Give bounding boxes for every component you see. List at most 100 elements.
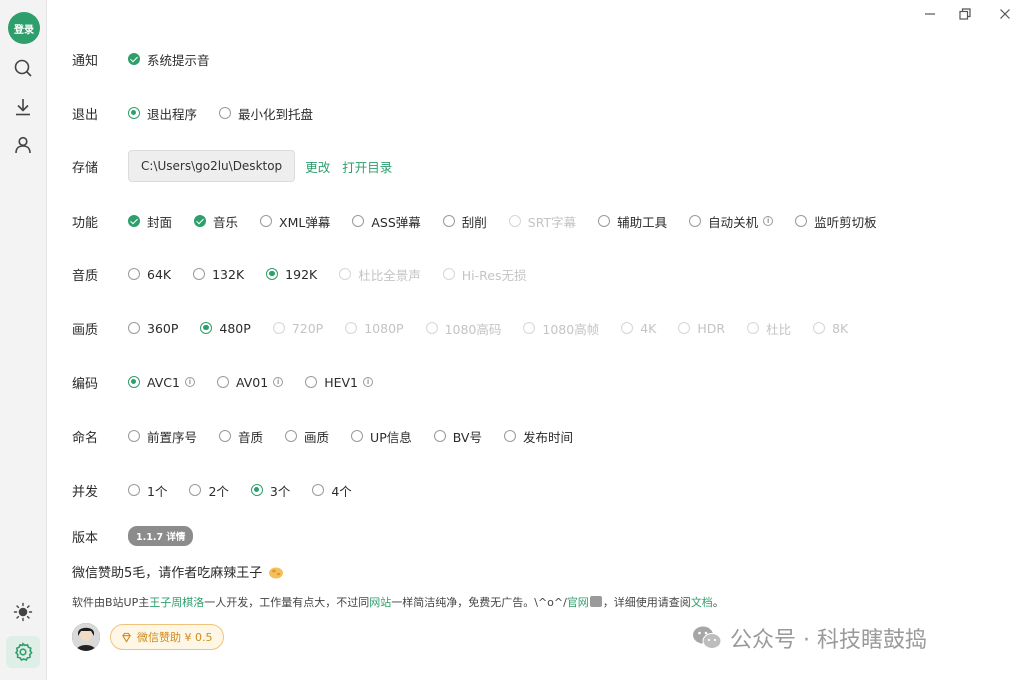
radio-selected-icon	[128, 107, 140, 119]
check-name-publish-time[interactable]: 发布时间	[503, 427, 573, 446]
radio-concurrency-1[interactable]: 1个	[128, 481, 167, 500]
check-xml-danmaku[interactable]: XML弹幕	[260, 212, 330, 231]
radio-audio-64k[interactable]: 64K	[128, 267, 171, 282]
radio-icon	[305, 376, 318, 388]
radio-minimize-tray[interactable]: 最小化到托盘	[219, 104, 313, 123]
radio-icon	[128, 430, 140, 442]
radio-icon	[219, 430, 232, 442]
author-link[interactable]: 王子周棋洛	[149, 596, 204, 609]
docs-link[interactable]: 文档	[691, 596, 713, 609]
row-label: 功能	[72, 215, 99, 231]
row-label: 画质	[72, 322, 99, 338]
radio-exit-program[interactable]: 退出程序	[128, 104, 197, 123]
site-link[interactable]: 网站	[369, 596, 391, 609]
radio-selected-icon	[250, 484, 263, 496]
radio-icon	[351, 430, 364, 442]
check-name-bv[interactable]: BV号	[433, 427, 482, 446]
radio-icon	[523, 322, 536, 334]
settings-nav-item[interactable]	[6, 636, 40, 668]
check-scrape[interactable]: 刮削	[442, 212, 487, 231]
info-icon[interactable]: i	[184, 377, 195, 387]
check-cover[interactable]: 封面	[128, 212, 172, 231]
search-icon[interactable]	[12, 57, 34, 79]
radio-video-720p: 720P	[272, 321, 323, 336]
radio-video-1080-high-bitrate: 1080高码	[425, 319, 501, 338]
info-icon[interactable]: i	[763, 216, 774, 226]
radio-icon	[312, 484, 325, 496]
radio-concurrency-2[interactable]: 2个	[189, 481, 229, 500]
official-site-icon	[589, 596, 602, 607]
check-tools[interactable]: 辅助工具	[598, 212, 667, 231]
wechat-donate-button[interactable]: 微信赞助 ¥ 0.5	[110, 624, 224, 650]
login-button[interactable]: 登录	[8, 12, 40, 44]
theme-sun-icon[interactable]	[12, 601, 34, 623]
check-clipboard-monitor[interactable]: 监听剪切板	[795, 212, 877, 231]
version-badge[interactable]: 1.1.7 详情	[128, 526, 194, 546]
open-folder-link[interactable]: 打开目录	[342, 157, 392, 176]
user-icon[interactable]	[12, 134, 34, 156]
radio-icon	[339, 268, 352, 280]
row-label: 命名	[72, 430, 99, 446]
row-label: 并发	[72, 484, 99, 500]
checked-icon	[128, 215, 140, 227]
radio-icon	[508, 215, 521, 227]
row-label: 存储	[72, 160, 99, 176]
radio-video-1080p: 1080P	[345, 321, 404, 336]
row-version: 版本 1.1.7 详情	[72, 526, 194, 546]
row-exit: 退出 退出程序 最小化到托盘	[72, 103, 335, 123]
check-name-index[interactable]: 前置序号	[128, 427, 197, 446]
minimize-icon[interactable]	[921, 6, 939, 22]
radio-selected-icon	[128, 376, 140, 388]
info-icon[interactable]: i	[273, 377, 284, 387]
radio-icon	[285, 430, 298, 442]
radio-video-1080-high-fps: 1080高帧	[523, 319, 599, 338]
radio-video-8k: 8K	[813, 321, 848, 336]
radio-codec-hev1[interactable]: HEV1 i	[305, 375, 374, 390]
check-ass-danmaku[interactable]: ASS弹幕	[352, 212, 421, 231]
radio-icon	[260, 215, 273, 227]
radio-icon	[813, 322, 826, 334]
radio-audio-192k[interactable]: 192K	[266, 267, 317, 282]
row-storage: 存储 C:\Users\go2lu\Desktop 更改 打开目录	[72, 150, 404, 182]
radio-concurrency-3[interactable]: 3个	[250, 481, 290, 500]
row-label: 编码	[72, 376, 99, 392]
radio-icon	[272, 322, 285, 334]
radio-icon	[193, 268, 206, 280]
radio-video-360p[interactable]: 360P	[128, 321, 178, 336]
radio-video-hdr: HDR	[678, 321, 725, 336]
row-label: 版本	[72, 530, 99, 546]
radio-icon	[747, 322, 760, 334]
radio-icon	[216, 376, 229, 388]
radio-video-480p[interactable]: 480P	[200, 321, 251, 336]
restore-icon[interactable]	[956, 6, 974, 22]
close-icon[interactable]	[996, 6, 1014, 22]
radio-selected-icon	[200, 322, 213, 334]
radio-icon	[795, 215, 808, 227]
radio-icon	[442, 215, 455, 227]
row-codec: 编码 AVC1 i AV01 i HEV1 i	[72, 372, 395, 392]
download-icon[interactable]	[12, 96, 34, 118]
radio-icon	[189, 484, 202, 496]
info-icon[interactable]: i	[363, 377, 374, 387]
checked-icon	[194, 215, 207, 227]
radio-icon	[128, 484, 140, 496]
radio-icon	[128, 268, 140, 280]
sidebar: 登录	[0, 0, 47, 680]
radio-audio-132k[interactable]: 132K	[193, 267, 244, 282]
official-site-link[interactable]: 官网	[567, 596, 589, 609]
watermark: 公众号 · 科技瞎鼓捣	[692, 622, 927, 654]
change-path-link[interactable]: 更改	[305, 157, 330, 176]
storage-path-field[interactable]: C:\Users\go2lu\Desktop	[128, 150, 296, 182]
radio-icon	[442, 268, 455, 280]
gear-icon	[14, 642, 33, 662]
radio-concurrency-4[interactable]: 4个	[312, 481, 352, 500]
check-name-audio[interactable]: 音质	[219, 427, 263, 446]
option-system-sound[interactable]: 系统提示音	[128, 50, 210, 69]
check-name-video[interactable]: 画质	[285, 427, 329, 446]
radio-video-dolby: 杜比	[747, 319, 791, 338]
radio-codec-avc1[interactable]: AVC1 i	[128, 375, 195, 390]
check-auto-shutdown[interactable]: 自动关机 i	[689, 212, 774, 231]
check-name-up-info[interactable]: UP信息	[351, 427, 412, 446]
check-music[interactable]: 音乐	[194, 212, 238, 231]
radio-codec-av01[interactable]: AV01 i	[216, 375, 284, 390]
